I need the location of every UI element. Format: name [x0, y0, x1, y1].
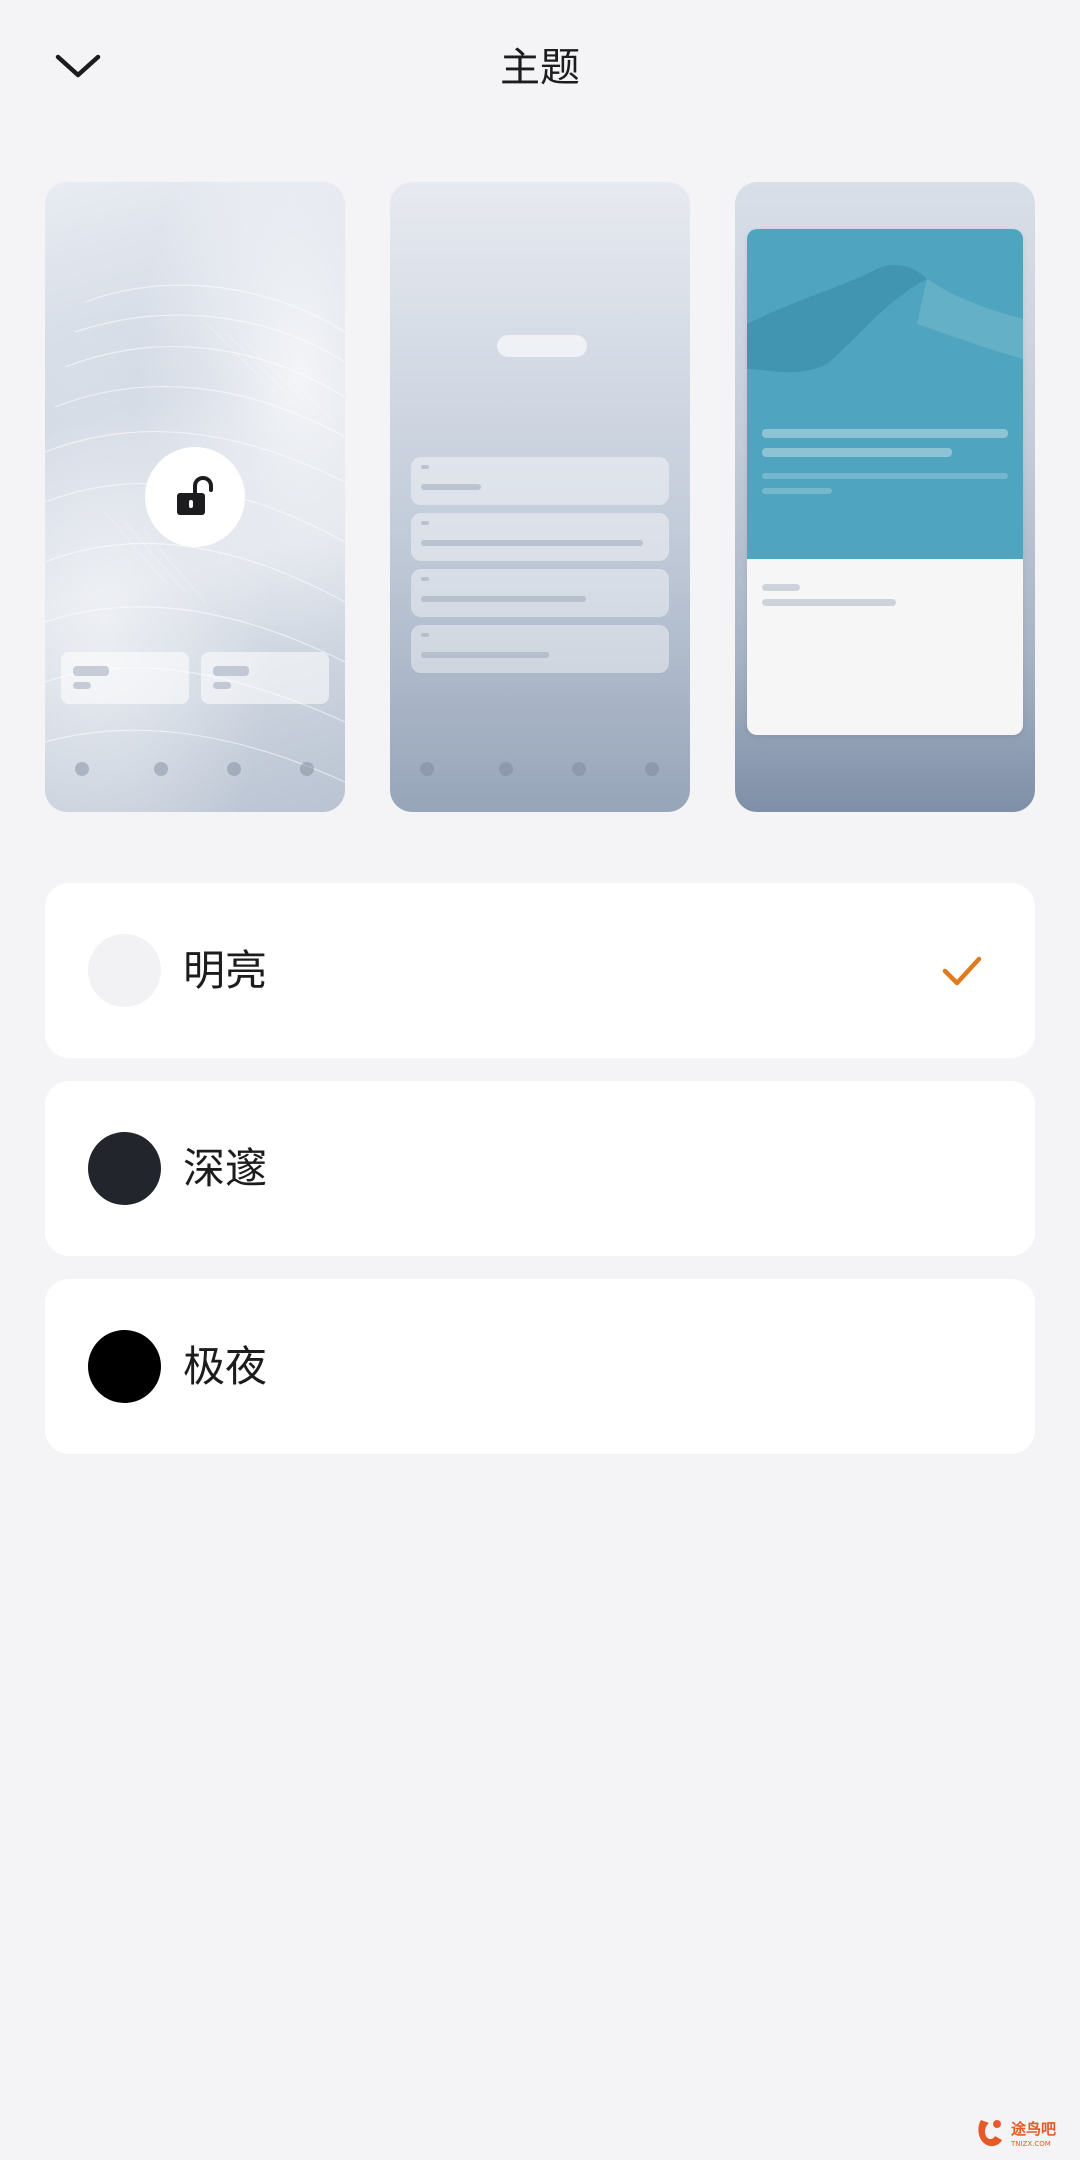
clock-placeholder	[497, 335, 587, 357]
dock-dot	[300, 762, 314, 776]
widget-card	[201, 652, 329, 704]
theme-previews	[45, 182, 1035, 814]
svg-text:TNIZX.COM: TNIZX.COM	[1010, 2140, 1051, 2148]
theme-swatch-night	[88, 1330, 161, 1403]
app-sheet-header	[747, 229, 1023, 559]
theme-option-dark[interactable]: 深邃	[45, 1081, 1035, 1256]
app-card-preview[interactable]	[735, 182, 1035, 812]
theme-option-night[interactable]: 极夜	[45, 1279, 1035, 1454]
dock-dot	[572, 762, 586, 776]
theme-option-label: 极夜	[183, 1342, 268, 1391]
theme-option-label: 明亮	[183, 946, 268, 995]
svg-text:途鸟吧: 途鸟吧	[1011, 2120, 1056, 2138]
dock-dot	[227, 762, 241, 776]
notification-preview[interactable]	[390, 182, 690, 812]
lock-screen-preview[interactable]	[45, 182, 345, 812]
lock-button	[145, 447, 245, 547]
theme-swatch-light	[88, 934, 161, 1007]
dock-dot	[499, 762, 513, 776]
unlock-icon	[177, 475, 213, 515]
notification-card	[411, 457, 669, 505]
widget-card	[61, 652, 189, 704]
notification-card	[411, 625, 669, 673]
dock-dot	[154, 762, 168, 776]
theme-option-label: 深邃	[183, 1144, 268, 1193]
dock-dot	[75, 762, 89, 776]
theme-swatch-dark	[88, 1132, 161, 1205]
page-title: 主题	[500, 45, 580, 91]
checkmark-icon	[942, 956, 982, 986]
notification-card	[411, 569, 669, 617]
dune-illustration	[747, 264, 1023, 494]
watermark-logo: 途鸟吧 TNIZX.COM	[978, 2120, 1056, 2148]
header-bar: 主题	[0, 0, 1080, 140]
dock-dot	[645, 762, 659, 776]
notification-card	[411, 513, 669, 561]
app-sheet	[747, 229, 1023, 735]
theme-option-light[interactable]: 明亮	[45, 883, 1035, 1058]
dock-dot	[420, 762, 434, 776]
